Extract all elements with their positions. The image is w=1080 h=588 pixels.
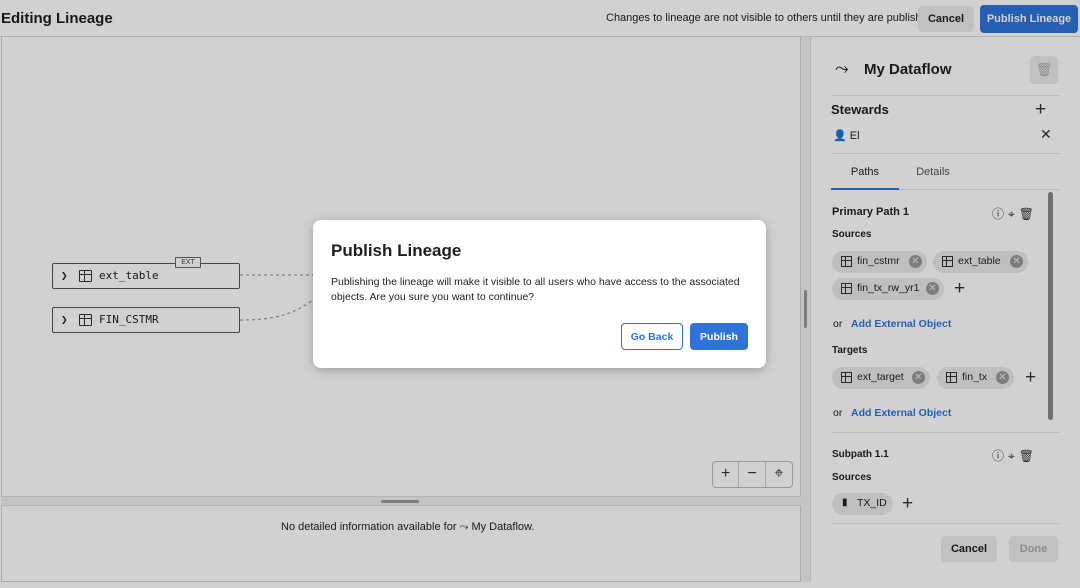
dialog-body: Publishing the lineage will make it visi… <box>331 276 740 303</box>
modal-overlay[interactable]: Publish Lineage Publishing the lineage w… <box>0 0 1080 588</box>
confirm-publish-button[interactable]: Publish <box>690 323 748 350</box>
dialog-title: Publish Lineage <box>331 241 462 260</box>
publish-dialog: Publish Lineage Publishing the lineage w… <box>313 220 766 368</box>
go-back-button[interactable]: Go Back <box>621 323 683 350</box>
